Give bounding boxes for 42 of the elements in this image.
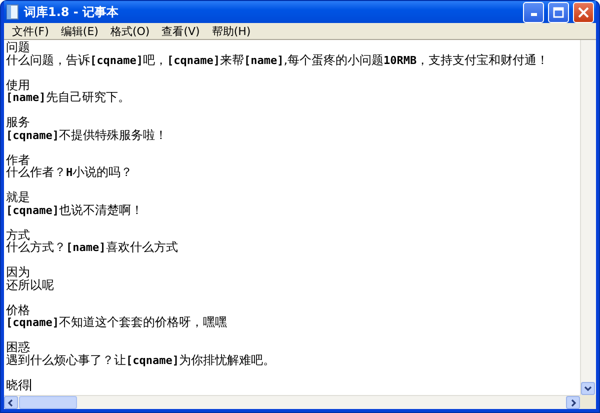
text-line: [name]先自己研究下。: [6, 91, 131, 104]
size-grip[interactable]: [580, 395, 596, 409]
horizontal-scrollbar[interactable]: [4, 395, 580, 409]
menu-item[interactable]: 文件(F): [6, 24, 55, 38]
notepad-icon: [6, 4, 20, 20]
text-line: [cqname]也说不清楚啊！: [6, 204, 144, 216]
text-line: [cqname]不知道这个套套的价格呀，嘿嘿: [6, 316, 228, 328]
text-line: 困惑: [6, 341, 31, 354]
text-line: 使用: [6, 78, 31, 91]
text-line: 方式: [6, 228, 30, 241]
close-button[interactable]: [573, 2, 594, 22]
text-line: [cqname]不提供特殊服务啦！: [6, 128, 168, 141]
text-line: 遇到什么烦心事了？让[cqname]为你排忧解难吧。: [6, 354, 276, 366]
scroll-left-button[interactable]: [4, 396, 18, 409]
menu-item[interactable]: 编辑(E): [54, 24, 104, 38]
text-line: 因为: [6, 266, 31, 278]
menu-item[interactable]: 格式(O): [104, 24, 156, 38]
scroll-thumb[interactable]: [19, 396, 77, 409]
menu-item[interactable]: 查看(V): [156, 24, 206, 38]
minimize-button[interactable]: [523, 2, 544, 22]
chevron-right-icon: [569, 398, 577, 406]
text-line: 问题: [6, 41, 31, 54]
window-title: 词库1.8 - 记事本: [24, 4, 120, 20]
text-line: 晓得: [6, 378, 32, 391]
maximize-button[interactable]: [548, 2, 569, 22]
vertical-scrollbar[interactable]: [580, 40, 596, 395]
scroll-right-button[interactable]: [566, 396, 580, 409]
text-line: 什么作者？H小说的吗？: [6, 166, 134, 178]
text-line: 价格: [6, 304, 31, 316]
menu-item[interactable]: 帮助(H): [206, 24, 257, 38]
text-line: 就是: [6, 191, 31, 204]
chevron-left-icon: [7, 398, 15, 406]
text-line: 作者: [6, 154, 30, 166]
maximize-icon: [553, 6, 564, 18]
close-icon: [578, 6, 589, 18]
text-cursor: [30, 379, 31, 392]
scroll-down-button[interactable]: [581, 382, 595, 395]
text-line: 还所以呢: [6, 278, 55, 291]
chevron-down-icon: [584, 384, 592, 392]
text-line: 服务: [6, 116, 31, 128]
text-line: 什么方式？[name]喜欢什么方式: [6, 241, 179, 254]
text-line: 什么问题，告诉[cqname]吧，[cqname]来帮[name],每个蛋疼的小问题10RMB，支持支付宝和财付通！: [6, 54, 550, 66]
